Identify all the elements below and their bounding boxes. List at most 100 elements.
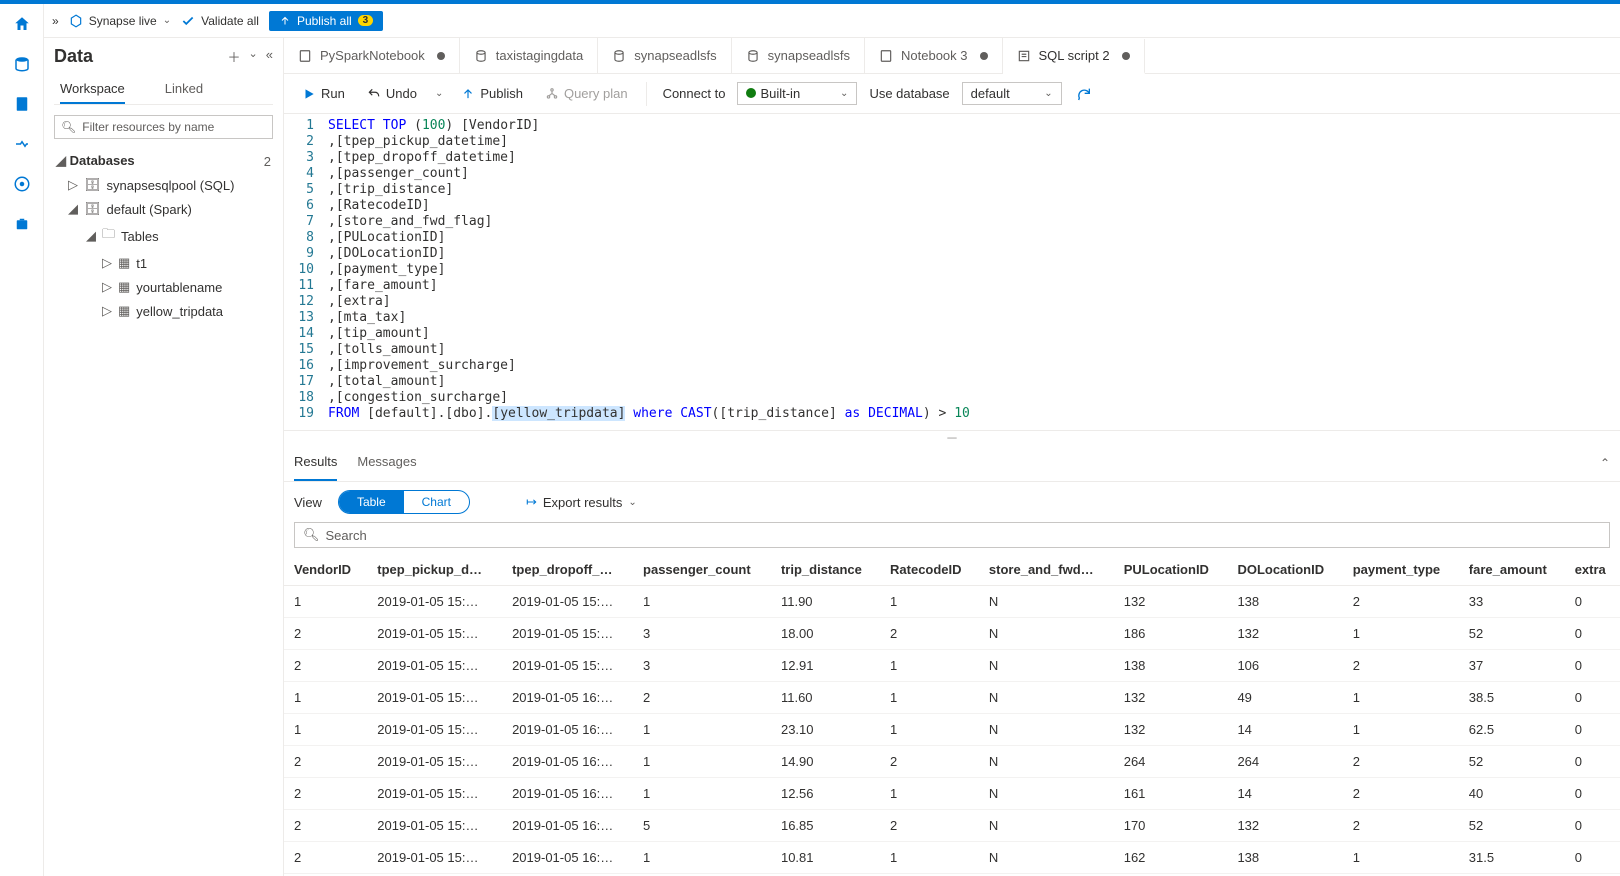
column-header[interactable]: store_and_fwd… [979,554,1114,586]
nav-home-icon[interactable] [12,14,32,34]
publish-all-button[interactable]: Publish all 3 [269,11,383,31]
use-db-label: Use database [863,86,955,101]
run-button[interactable]: Run [294,82,353,105]
top-command-bar: » Synapse live ⌄ Validate all Publish al… [44,4,1620,38]
column-header[interactable]: VendorID [284,554,367,586]
connect-to-dropdown[interactable]: Built-in ⌄ [737,82,857,105]
more-icon[interactable]: ⌄ [249,47,258,66]
query-plan-label: Query plan [564,86,628,101]
tree-tables[interactable]: ◢🗀 Tables [54,221,273,251]
chevron-down-icon: ⌄ [840,88,848,99]
view-label: View [294,495,322,510]
editor-tabs: PySparkNotebooktaxistagingdatasynapseadl… [284,38,1620,74]
sql-toolbar: Run Undo ⌄ Publish Query plan [284,74,1620,114]
connect-to-label: Connect to [657,86,732,101]
left-nav-rail [0,4,44,876]
tree-t2-label: yourtablename [136,280,222,295]
column-header[interactable]: tpep_pickup_d… [367,554,502,586]
column-header[interactable]: passenger_count [633,554,771,586]
results-search-input[interactable]: 🔍︎ Search [294,522,1610,548]
tree-sqlpool-label: synapsesqlpool (SQL) [107,178,235,193]
export-results-button[interactable]: ↦ Export results ⌄ [526,494,637,510]
databases-section[interactable]: ◢ Databases 2 [54,149,273,173]
data-panel-title: Data [54,46,93,67]
table-icon: ▦ [118,279,130,295]
status-dot-icon [746,88,756,98]
tree-yellow-tripdata[interactable]: ▷▦ yellow_tripdata [54,299,273,323]
folder-icon: 🗀 [102,225,115,247]
tree-t3-label: yellow_tripdata [136,304,223,319]
tab-linked[interactable]: Linked [165,75,203,104]
tree-t1[interactable]: ▷▦ t1 [54,251,273,275]
synapse-live-button[interactable]: Synapse live ⌄ [69,14,171,28]
undo-chevron[interactable]: ⌄ [431,84,447,103]
table-row[interactable]: 22019-01-05 15:…2019-01-05 16:…516.852N1… [284,810,1620,842]
nav-monitor-icon[interactable] [12,174,32,194]
table-row[interactable]: 12019-01-05 15:…2019-01-05 16:…123.101N1… [284,714,1620,746]
table-row[interactable]: 22019-01-05 15:…2019-01-05 16:…112.561N1… [284,778,1620,810]
table-row[interactable]: 22019-01-05 15:…2019-01-05 16:…110.811N1… [284,842,1620,874]
tree-spark[interactable]: ◢🗄 default (Spark) [54,197,273,221]
table-row[interactable]: 12019-01-05 15:…2019-01-05 15:…111.901N1… [284,586,1620,618]
column-header[interactable]: trip_distance [771,554,880,586]
column-header[interactable]: DOLocationID [1227,554,1342,586]
refresh-button[interactable] [1068,82,1100,106]
tree-sqlpool[interactable]: ▷🗄 synapsesqlpool (SQL) [54,173,273,197]
table-row[interactable]: 22019-01-05 15:…2019-01-05 16:…114.902N2… [284,746,1620,778]
collapse-panel-icon[interactable]: « [266,47,273,66]
editor-tab[interactable]: taxistagingdata [460,38,598,73]
databases-label: Databases [70,153,135,168]
column-header[interactable]: extra [1565,554,1620,586]
view-chart[interactable]: Chart [404,491,469,513]
editor-tab[interactable]: PySparkNotebook [284,38,460,73]
tree-yourtablename[interactable]: ▷▦ yourtablename [54,275,273,299]
query-plan-button[interactable]: Query plan [537,82,636,105]
publish-count-badge: 3 [358,15,374,26]
chevron-down-icon: ⌄ [1044,88,1052,99]
collapse-results-icon[interactable]: ⌃ [1600,456,1610,470]
nav-integrate-icon[interactable] [12,134,32,154]
publish-label: Publish [480,86,523,101]
editor-tab[interactable]: Notebook 3 [865,38,1003,73]
column-header[interactable]: PULocationID [1114,554,1228,586]
search-icon: 🔍︎ [61,120,76,134]
code-editor[interactable]: 1SELECT TOP (100) [VendorID]2,[tpep_pick… [284,114,1620,430]
table-row[interactable]: 22019-01-05 15:…2019-01-05 15:…312.911N1… [284,650,1620,682]
table-icon: ▦ [118,303,130,319]
tab-messages[interactable]: Messages [357,444,416,481]
add-icon[interactable]: ＋ [228,47,241,66]
synapse-live-label: Synapse live [89,14,157,28]
column-header[interactable]: payment_type [1343,554,1459,586]
view-toggle[interactable]: Table Chart [338,490,470,514]
nav-develop-icon[interactable] [12,94,32,114]
validate-all-label: Validate all [201,14,259,28]
validate-all-button[interactable]: Validate all [181,14,259,28]
search-placeholder: Search [326,528,367,543]
tree-t1-label: t1 [136,256,147,271]
table-row[interactable]: 12019-01-05 15:…2019-01-05 16:…211.601N1… [284,682,1620,714]
editor-tab[interactable]: synapseadlsfs [598,38,731,73]
table-row[interactable]: 22019-01-05 15:…2019-01-05 15:…318.002N1… [284,618,1620,650]
pane-resize-handle[interactable]: ─ [284,430,1620,444]
use-db-dropdown[interactable]: default ⌄ [962,82,1062,105]
nav-manage-icon[interactable] [12,214,32,234]
export-label: Export results [543,495,622,510]
tab-results[interactable]: Results [294,444,337,481]
column-header[interactable]: tpep_dropoff_… [502,554,633,586]
editor-tab[interactable]: synapseadlsfs [732,38,865,73]
data-panel: Data ＋ ⌄ « Workspace Linked 🔍︎ Filter re… [44,38,284,876]
expand-chevron-icon[interactable]: » [52,14,59,28]
column-header[interactable]: RatecodeID [880,554,979,586]
export-icon: ↦ [526,494,537,510]
publish-button[interactable]: Publish [453,82,531,105]
table-icon: ▦ [118,255,130,271]
editor-tab[interactable]: SQL script 2 [1003,39,1145,74]
filter-input[interactable]: 🔍︎ Filter resources by name [54,115,273,139]
view-table[interactable]: Table [339,491,404,513]
undo-button[interactable]: Undo [359,82,425,105]
nav-data-icon[interactable] [12,54,32,74]
tab-workspace[interactable]: Workspace [60,75,125,104]
column-header[interactable]: fare_amount [1459,554,1565,586]
tree-tables-label: Tables [121,229,159,244]
publish-all-label: Publish all [297,14,352,28]
